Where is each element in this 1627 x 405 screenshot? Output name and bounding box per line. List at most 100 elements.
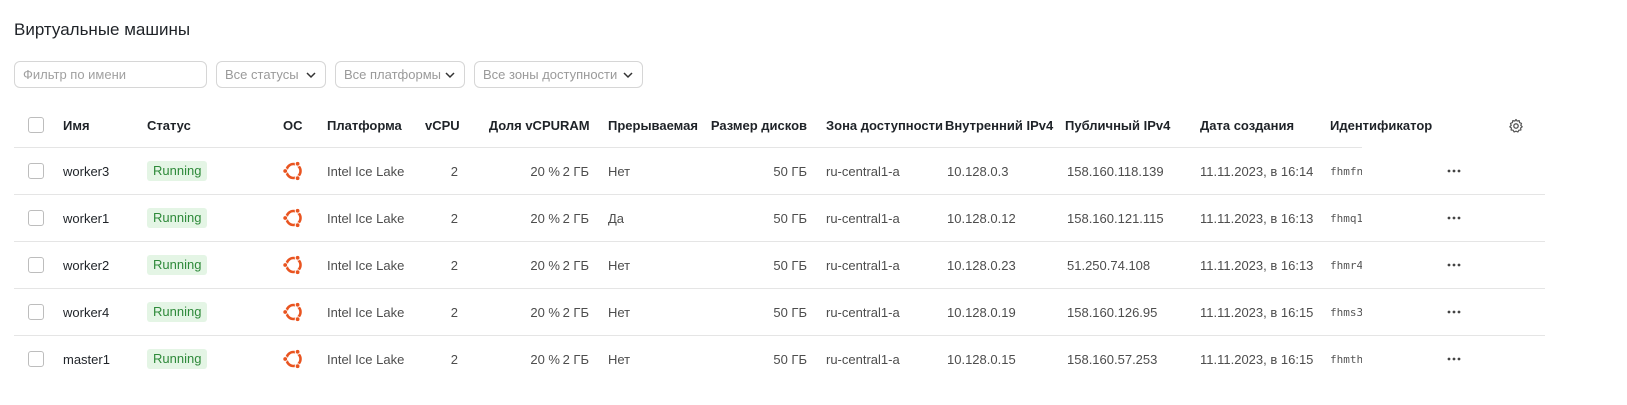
column-os[interactable]: ОС — [283, 103, 327, 148]
column-platform[interactable]: Платформа — [327, 103, 425, 148]
internal-ip-cell: 10.128.0.15 — [947, 351, 1016, 367]
vcpu-share-cell: 20 % — [475, 241, 560, 289]
internal-ip-cell: 10.128.0.3 — [945, 147, 1065, 195]
disk-size-cell: 50 ГБ — [773, 351, 807, 367]
column-status[interactable]: Статус — [147, 103, 283, 148]
vcpu-share-cell: 20 % — [475, 288, 560, 336]
row-checkbox[interactable] — [28, 210, 44, 226]
vcpu-cell: 2 — [425, 194, 458, 242]
os-cell — [283, 288, 327, 336]
column-ram[interactable]: RAM — [560, 103, 590, 148]
table-header-row: Имя Статус ОС Платформа vCPU Доля vCPU R… — [14, 103, 1545, 148]
id-cell[interactable]: fhmr49en1kq1bhif228g — [1330, 241, 1362, 289]
public-ip-cell: 158.160.126.95 — [1065, 288, 1200, 336]
select-all-cell — [14, 103, 63, 148]
column-internal-ip[interactable]: Внутренний IPv4 — [945, 103, 1065, 148]
vm-name[interactable]: worker4 — [63, 288, 147, 336]
row-checkbox[interactable] — [28, 304, 44, 320]
status-cell: Running — [147, 194, 283, 242]
preemptible-cell: Нет — [608, 351, 631, 367]
spacer-cell — [458, 194, 475, 242]
name-filter-input[interactable] — [23, 67, 198, 82]
table-row[interactable]: worker4 Running Intel Ice Lake 2 20 % 2 ГБ Нет… — [14, 288, 1545, 336]
column-preemptible[interactable]: Прерываемая — [589, 103, 707, 148]
vm-name[interactable]: master1 — [63, 336, 147, 383]
disk-size-cell: 50 ГБ — [707, 147, 807, 195]
vcpu-cell: 2 — [425, 241, 458, 289]
ram-cell: 2 ГБ — [560, 147, 589, 195]
gear-icon[interactable] — [1508, 118, 1524, 134]
vcpu-share-cell: 20 % — [530, 351, 560, 367]
id-cell[interactable]: fhmthbkkt9qfmh60319q — [1330, 336, 1362, 383]
table-row[interactable]: worker2 Running Intel Ice Lake 2 20 % 2 ГБ Нет… — [14, 241, 1545, 289]
created-cell: 11.11.2023, в 16:15 — [1200, 351, 1314, 367]
platform-filter-label: Все платформы — [344, 67, 441, 82]
vm-name[interactable]: worker3 — [63, 147, 147, 195]
more-actions-icon[interactable] — [1362, 257, 1545, 273]
zone-cell: ru-central1-a — [807, 241, 945, 289]
row-checkbox[interactable] — [28, 163, 44, 179]
actions-cell — [1362, 336, 1545, 383]
vm-name[interactable]: worker1 — [63, 194, 147, 242]
ram-cell: 2 ГБ — [560, 241, 589, 289]
actions-cell — [1362, 147, 1545, 195]
column-name[interactable]: Имя — [63, 103, 147, 148]
column-zone[interactable]: Зона доступности — [807, 103, 945, 148]
created-cell: 11.11.2023, в 16:15 — [1200, 288, 1330, 336]
id-cell[interactable]: fhms3dmjvr68f2jv4u07 — [1330, 288, 1362, 336]
more-actions-icon[interactable] — [1362, 163, 1545, 179]
disk-size-cell: 50 ГБ — [707, 288, 807, 336]
platform-cell: Intel Ice Lake — [327, 288, 425, 336]
spacer-cell — [458, 241, 475, 289]
name-filter-field[interactable] — [14, 61, 207, 88]
status-filter-select[interactable]: Все статусы — [216, 61, 326, 88]
page-title: Виртуальные машины — [14, 20, 191, 39]
table-row[interactable]: worker3 Running Intel Ice Lake 2 20 % 2 ГБ Нет… — [14, 147, 1545, 195]
row-checkbox[interactable] — [28, 257, 44, 273]
more-actions-icon[interactable] — [1362, 351, 1545, 367]
row-select-cell — [14, 241, 63, 289]
os-cell — [283, 336, 327, 383]
column-vcpu-share[interactable]: Доля vCPU — [475, 103, 560, 148]
ubuntu-icon — [283, 300, 327, 324]
zone-cell: ru-central1-a — [807, 147, 945, 195]
platform-filter-select[interactable]: Все платформы — [335, 61, 465, 88]
ram-cell: 2 ГБ — [560, 288, 589, 336]
status-badge: Running — [147, 255, 208, 275]
column-vcpu[interactable]: vCPU — [425, 103, 460, 148]
row-select-cell — [14, 288, 63, 336]
zone-cell: ru-central1-a — [826, 351, 900, 367]
ubuntu-icon — [283, 159, 327, 183]
disk-size-cell: 50 ГБ — [707, 241, 807, 289]
zone-filter-select[interactable]: Все зоны доступности — [474, 61, 643, 88]
status-badge: Running — [147, 349, 208, 369]
column-id[interactable]: Идентификатор — [1330, 103, 1432, 148]
zone-cell: ru-central1-a — [807, 194, 945, 242]
ram-cell: 2 ГБ — [560, 194, 589, 242]
column-created[interactable]: Дата создания — [1200, 103, 1330, 148]
status-badge: Running — [147, 208, 208, 228]
internal-ip-cell: 10.128.0.23 — [945, 241, 1065, 289]
created-cell: 11.11.2023, в 16:13 — [1200, 194, 1330, 242]
internal-ip-cell: 10.128.0.12 — [945, 194, 1065, 242]
public-ip-cell: 158.160.118.139 — [1065, 147, 1200, 195]
status-badge: Running — [147, 302, 208, 322]
preemptible-cell: Да — [589, 194, 707, 242]
row-checkbox[interactable] — [28, 351, 44, 367]
internal-ip-cell: 10.128.0.19 — [945, 288, 1065, 336]
more-actions-icon[interactable] — [1362, 210, 1545, 226]
id-cell[interactable]: fhmfn784rus9nnlka5bn — [1330, 147, 1362, 195]
select-all-checkbox[interactable] — [28, 117, 44, 133]
row-select-cell — [14, 336, 63, 383]
column-public-ip[interactable]: Публичный IPv4 — [1065, 103, 1200, 148]
platform-cell: Intel Ice Lake — [327, 194, 425, 242]
vm-name[interactable]: worker2 — [63, 241, 147, 289]
more-actions-icon[interactable] — [1362, 304, 1545, 320]
table-row[interactable]: master1 Running Intel Ice Lake 2 20 % 2 ГБ Нет… — [14, 336, 1545, 383]
status-badge: Running — [147, 161, 208, 181]
column-disk-size[interactable]: Размер дисков — [707, 103, 807, 148]
table-row[interactable]: worker1 Running Intel Ice Lake 2 20 % 2 ГБ Да 5… — [14, 194, 1545, 242]
created-cell: 11.11.2023, в 16:14 — [1200, 147, 1330, 195]
os-cell — [283, 241, 327, 289]
id-cell[interactable]: fhmq1ugp61ei9ii56v4p — [1330, 194, 1362, 242]
